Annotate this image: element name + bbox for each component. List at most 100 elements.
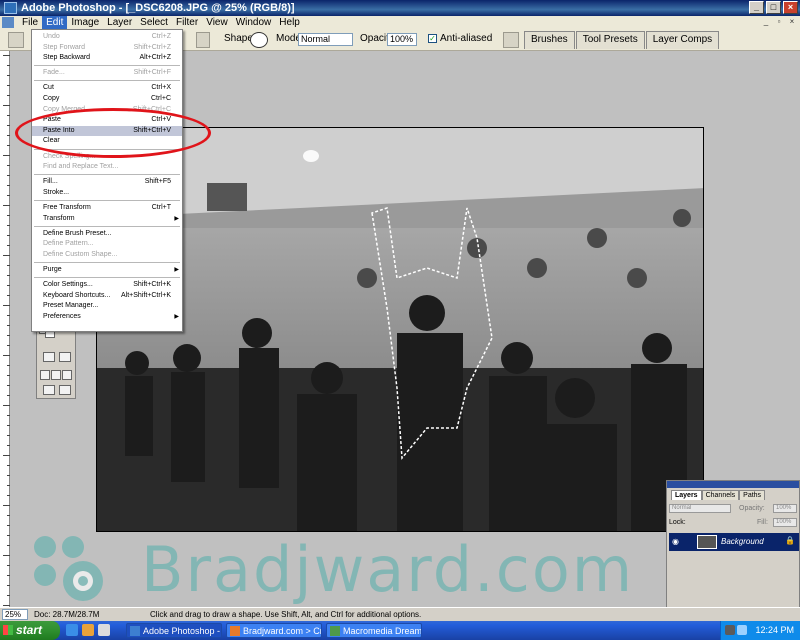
crowd-photo [97, 128, 703, 531]
zoom-input[interactable]: 25% [2, 609, 28, 620]
tool-preset-icon[interactable] [8, 32, 24, 48]
tab-paths[interactable]: Paths [739, 490, 766, 500]
menu-layer[interactable]: Layer [103, 16, 136, 29]
toolbox [36, 323, 76, 399]
tray-icon-2[interactable] [737, 625, 747, 635]
firefox-task-icon [230, 626, 240, 636]
menu-separator [34, 65, 180, 67]
menu-item-shortcut: Alt+Shift+Ctrl+K [121, 291, 171, 299]
menu-image[interactable]: Image [67, 16, 103, 29]
menu-item-keyboard-shortcuts[interactable]: Keyboard Shortcuts... Alt+Shift+Ctrl+K [32, 291, 182, 301]
quick-mask-icon[interactable] [59, 352, 71, 362]
shape-options-arrow[interactable] [196, 32, 210, 48]
doc-restore-button[interactable]: ▫ [773, 16, 785, 27]
palette-well-icon[interactable] [503, 32, 519, 48]
screen-mode-full-icon[interactable] [62, 370, 72, 380]
opacity-input[interactable]: 100% [387, 33, 417, 46]
menu-item-shortcut: Shift+F5 [144, 178, 171, 186]
edit-in-imageready-icon[interactable] [59, 385, 71, 395]
menu-item-cut[interactable]: Cut Ctrl+X [32, 83, 182, 93]
ruler-tick [3, 155, 10, 156]
menu-window[interactable]: Window [232, 16, 276, 29]
layer-opacity-input[interactable]: 100% [773, 504, 797, 513]
menu-item-step-backward[interactable]: Step Backward Alt+Ctrl+Z [32, 53, 182, 63]
menu-separator [34, 80, 180, 82]
menu-item-label: Color Settings... [43, 281, 93, 288]
menu-item-copy[interactable]: Copy Ctrl+C [32, 94, 182, 104]
ruler-tick [3, 505, 10, 506]
menu-view[interactable]: View [202, 16, 232, 29]
ruler-tick [3, 555, 10, 556]
photoshop-task-icon [130, 626, 140, 636]
tab-layers[interactable]: Layers [671, 490, 702, 500]
palette-title-bar[interactable] [667, 481, 799, 488]
tab-tool-presets[interactable]: Tool Presets [575, 31, 645, 49]
annotation-ellipse [15, 108, 211, 158]
menu-item-shortcut: Ctrl+X [151, 84, 171, 92]
show-desktop-icon[interactable] [98, 624, 110, 636]
menu-help[interactable]: Help [275, 16, 304, 29]
taskbar-dreamweaver[interactable]: Macromedia Dreamw... [326, 623, 422, 638]
taskbar-photoshop[interactable]: Adobe Photoshop - [... [126, 623, 222, 638]
doc-close-button[interactable]: × [786, 16, 798, 27]
document-icon[interactable] [2, 17, 14, 28]
status-bar: 25% Doc: 28.7M/28.7M Click and drag to d… [0, 607, 800, 621]
tab-layer-comps[interactable]: Layer Comps [645, 31, 720, 49]
tab-brushes[interactable]: Brushes [524, 31, 575, 49]
menu-separator [34, 277, 180, 278]
tray-icon-1[interactable] [725, 625, 735, 635]
screen-mode-standard-icon[interactable] [40, 370, 50, 380]
menu-item-shortcut: Ctrl+C [150, 95, 171, 102]
taskbar-browser[interactable]: Bradjward.com > Cre... [226, 623, 322, 638]
layers-palette: Layers Channels Paths Normal Opacity: 10… [666, 480, 800, 620]
menu-item-label: Free Transform [43, 203, 91, 211]
menu-item-stroke[interactable]: Stroke... [32, 188, 182, 198]
close-button[interactable]: × [783, 1, 798, 14]
menu-item-free-transform[interactable]: Free Transform Ctrl+T [32, 203, 182, 213]
menu-item-label: Find and Replace Text... [43, 163, 119, 171]
menu-item-transform[interactable]: Transform ▶ [32, 214, 182, 224]
shape-picker[interactable] [250, 32, 268, 48]
menu-item-define-brush-preset[interactable]: Define Brush Preset... [32, 229, 182, 239]
doc-size[interactable]: Doc: 28.7M/28.7M [34, 610, 99, 619]
ruler-tick [3, 405, 10, 406]
layer-row-background[interactable]: ◉ Background 🔒 [669, 533, 799, 551]
menu-filter[interactable]: Filter [172, 16, 202, 29]
menu-item-purge[interactable]: Purge ▶ [32, 265, 182, 275]
taskbar: start Adobe Photoshop - [... Bradjward.c… [0, 621, 800, 640]
taskbar-photoshop-label: Adobe Photoshop - [... [143, 626, 221, 636]
eye-icon[interactable]: ◉ [672, 537, 679, 546]
menu-select[interactable]: Select [136, 16, 172, 29]
ruler-tick [3, 455, 10, 456]
blend-mode-select[interactable]: Normal [669, 504, 731, 513]
menu-item-shortcut: Ctrl+T [151, 203, 171, 211]
ruler-tick [3, 605, 10, 606]
menu-item-fill[interactable]: Fill... Shift+F5 [32, 177, 182, 187]
menu-edit[interactable]: Edit [42, 16, 68, 29]
document-canvas[interactable] [96, 127, 704, 532]
layer-name: Background [721, 537, 764, 546]
antialiased-label: Anti-aliased [440, 33, 493, 44]
minimize-button[interactable]: _ [749, 1, 764, 14]
menu-item-color-settings[interactable]: Color Settings... Shift+Ctrl+K [32, 280, 182, 290]
tab-channels[interactable]: Channels [701, 490, 740, 500]
doc-minimize-button[interactable]: _ [760, 16, 772, 27]
layer-fill-input[interactable]: 100% [773, 518, 797, 527]
palette-well: Brushes Tool Presets Layer Comps [524, 31, 720, 49]
menu-item-preferences[interactable]: Preferences ▶ [32, 312, 182, 322]
mode-select[interactable]: Normal [298, 33, 353, 46]
ie-icon[interactable] [66, 624, 78, 636]
menu-item-label: Define Brush Preset... [43, 229, 112, 237]
menu-file[interactable]: File [18, 16, 42, 29]
firefox-icon[interactable] [82, 624, 94, 636]
jump-to-imageready-icon[interactable] [43, 385, 55, 395]
menu-item-preset-manager[interactable]: Preset Manager... [32, 301, 182, 311]
edit-menu-dropdown: Undo Ctrl+Z Step Forward Shift+Ctrl+Z Step B… [31, 29, 183, 332]
standard-mode-icon[interactable] [43, 352, 55, 362]
maximize-button[interactable]: □ [766, 1, 781, 14]
menu-item-define-pattern: Define Pattern... [32, 239, 182, 249]
start-button[interactable]: start [0, 621, 60, 640]
menu-item-shortcut: Shift+Ctrl+K [133, 281, 171, 288]
antialiased-checkbox[interactable]: ✓ [428, 34, 437, 43]
screen-mode-menu-icon[interactable] [51, 370, 61, 380]
